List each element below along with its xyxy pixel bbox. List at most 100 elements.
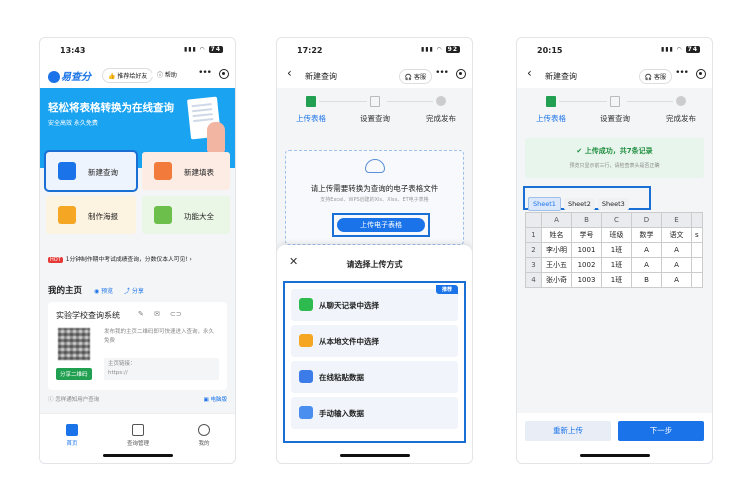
- table-row: 1 姓名 学号 班级 数学 语文 s: [525, 227, 703, 243]
- close-miniapp-icon[interactable]: [456, 69, 466, 79]
- table-row: 4 张小奇 1003 1班 B A: [525, 272, 703, 288]
- bottom-tab-bar: 首页 查询管理 我的: [40, 413, 235, 463]
- sheet-tab-3[interactable]: Sheet3: [597, 198, 629, 210]
- sheet-tab-1[interactable]: Sheet1: [528, 197, 561, 211]
- poster-icon: [58, 206, 76, 224]
- more-icon[interactable]: •••: [435, 68, 449, 78]
- step-settings-label: 设置查询: [600, 114, 630, 123]
- edit-icon[interactable]: ✎: [138, 310, 144, 318]
- excel-icon: [546, 96, 556, 107]
- upload-dropzone[interactable]: 请上传需要转换为查询的电子表格文件 支持Excel、WPS创建的Xls、Xlsx…: [285, 150, 464, 245]
- option-paste-data[interactable]: 在线粘贴数据: [291, 361, 458, 393]
- upload-hint: 支持Excel、WPS创建的Xls、Xlsx、ET电子表格: [320, 197, 429, 203]
- home-indicator: [579, 454, 650, 457]
- recommend-badge: 推荐: [435, 285, 458, 294]
- my-home-title: 我的主页: [48, 286, 83, 296]
- page-title: 新建查询: [305, 72, 337, 81]
- new-query-card[interactable]: 新建查询: [44, 150, 138, 192]
- step-settings-label: 设置查询: [360, 114, 390, 123]
- share-qr-button[interactable]: 分享二维码: [56, 368, 92, 380]
- new-form-card[interactable]: 新建填表: [142, 152, 230, 190]
- status-bar: 13:43 ▮▮▮ ◠ 74: [40, 38, 235, 62]
- back-icon[interactable]: ‹: [527, 66, 532, 80]
- recommend-button[interactable]: 👍 推荐给好友: [102, 68, 154, 83]
- option-paste-label: 在线粘贴数据: [319, 373, 364, 382]
- spreadsheet-preview: A B C D E 1 姓名 学号 班级 数学 语文 s 2 李小明 1001 …: [525, 212, 703, 288]
- upload-instruction: 请上传需要转换为查询的电子表格文件: [310, 184, 439, 193]
- table-cell: 学号: [571, 227, 602, 243]
- new-query-label: 新建查询: [88, 168, 118, 177]
- status-time: 13:43: [60, 46, 86, 55]
- battery-icon: 74: [685, 46, 700, 53]
- status-icons: ▮▮▮ ◠ 74: [660, 46, 700, 53]
- table-cell: 1003: [571, 272, 602, 288]
- tab-home[interactable]: 首页: [52, 424, 92, 447]
- step-publish-label: 完成发布: [666, 114, 696, 123]
- table-cell: A: [661, 272, 692, 288]
- more-icon[interactable]: •••: [675, 68, 689, 78]
- close-miniapp-icon[interactable]: [696, 69, 706, 79]
- table-cell: 李小明: [541, 242, 572, 258]
- service-label: 客服: [413, 74, 426, 81]
- status-time: 20:15: [537, 46, 563, 55]
- new-form-label: 新建填表: [184, 168, 214, 177]
- make-poster-card[interactable]: 制作海报: [46, 196, 136, 234]
- all-features-label: 功能大全: [184, 212, 214, 221]
- link-icon[interactable]: ⊂⊃: [170, 310, 182, 318]
- option-manual-label: 手动输入数据: [319, 409, 364, 418]
- status-bar: 17:22 ▮▮▮ ◠ 92: [277, 38, 472, 62]
- success-hint: 预览只显示前三行，请检查表头是否正确: [569, 163, 660, 169]
- help-button[interactable]: ⓘ 帮助: [152, 68, 182, 81]
- customer-service-button[interactable]: 🎧 客服: [398, 69, 432, 84]
- column-header: [525, 212, 542, 228]
- preview-link[interactable]: ◉ 预览: [94, 286, 113, 295]
- status-icons: ▮▮▮ ◠ 74: [183, 46, 223, 53]
- table-cell: 王小五: [541, 257, 572, 273]
- sheet-tabs: Sheet1 Sheet2 Sheet3: [523, 186, 651, 211]
- row-number: 3: [525, 257, 542, 273]
- column-header: [691, 212, 703, 228]
- reupload-button[interactable]: 重新上传: [525, 421, 611, 441]
- all-features-card[interactable]: 功能大全: [142, 196, 230, 234]
- recommend-label: 推荐给好友: [117, 73, 148, 80]
- table-row: 2 李小明 1001 1班 A A: [525, 242, 703, 258]
- status-bar: 20:15 ▮▮▮ ◠ 74: [517, 38, 712, 62]
- option-manual-input[interactable]: 手动输入数据: [291, 397, 458, 429]
- option-chat-history[interactable]: 从聊天记录中选择 推荐: [291, 285, 458, 321]
- desktop-version-link[interactable]: ▣ 电脑版: [204, 395, 227, 403]
- sheet-tab-2[interactable]: Sheet2: [563, 198, 595, 210]
- hot-announcement[interactable]: HOT 1分钟制作期中考试成绩查询，分数仅本人可见! ›: [48, 254, 227, 268]
- table-cell: 1班: [601, 257, 632, 273]
- logo-text: 易查分: [61, 72, 91, 83]
- person-illustration: [207, 122, 225, 152]
- tab-mine-label: 我的: [198, 441, 210, 447]
- table-cell: 1班: [601, 242, 632, 258]
- upload-spreadsheet-button[interactable]: 上传电子表格: [337, 218, 425, 232]
- notify-users-link[interactable]: ⓘ 怎样通知用户查询: [48, 395, 99, 403]
- home-link-box[interactable]: 主页链接： https://: [104, 358, 219, 380]
- pc-label: 电脑版: [210, 397, 227, 403]
- check-circle-icon: [436, 96, 446, 106]
- mail-icon[interactable]: ✉: [154, 310, 160, 318]
- tab-query-management[interactable]: 查询管理: [118, 424, 158, 447]
- more-icon[interactable]: •••: [198, 68, 212, 78]
- qr-code: [58, 328, 90, 360]
- share-link[interactable]: ⤴ 分享: [124, 286, 144, 295]
- step-settings: 设置查询: [345, 92, 405, 124]
- my-home-card: 实验学校查询系统 ✎ ✉ ⊂⊃ 发布我的主页二维码即可快速进入查询，永久免费 主…: [48, 302, 227, 390]
- preview-label: 预览: [101, 288, 114, 295]
- table-cell: B: [631, 272, 662, 288]
- option-local-file[interactable]: 从本地文件中选择: [291, 325, 458, 357]
- school-name: 实验学校查询系统: [56, 311, 120, 320]
- customer-service-button[interactable]: 🎧 客服: [638, 69, 672, 84]
- help-label: 帮助: [164, 72, 177, 79]
- new-form-icon: [154, 162, 172, 180]
- link-label: 主页链接：: [108, 361, 136, 367]
- next-step-button[interactable]: 下一步: [618, 421, 704, 441]
- tab-mine[interactable]: 我的: [184, 424, 224, 447]
- close-miniapp-icon[interactable]: [219, 69, 229, 79]
- option-local-label: 从本地文件中选择: [319, 337, 379, 346]
- hot-text: 1分钟制作期中考试成绩查询，分数仅本人可见!: [65, 257, 188, 263]
- back-icon[interactable]: ‹: [287, 66, 292, 80]
- step-upload: 上传表格: [281, 92, 341, 124]
